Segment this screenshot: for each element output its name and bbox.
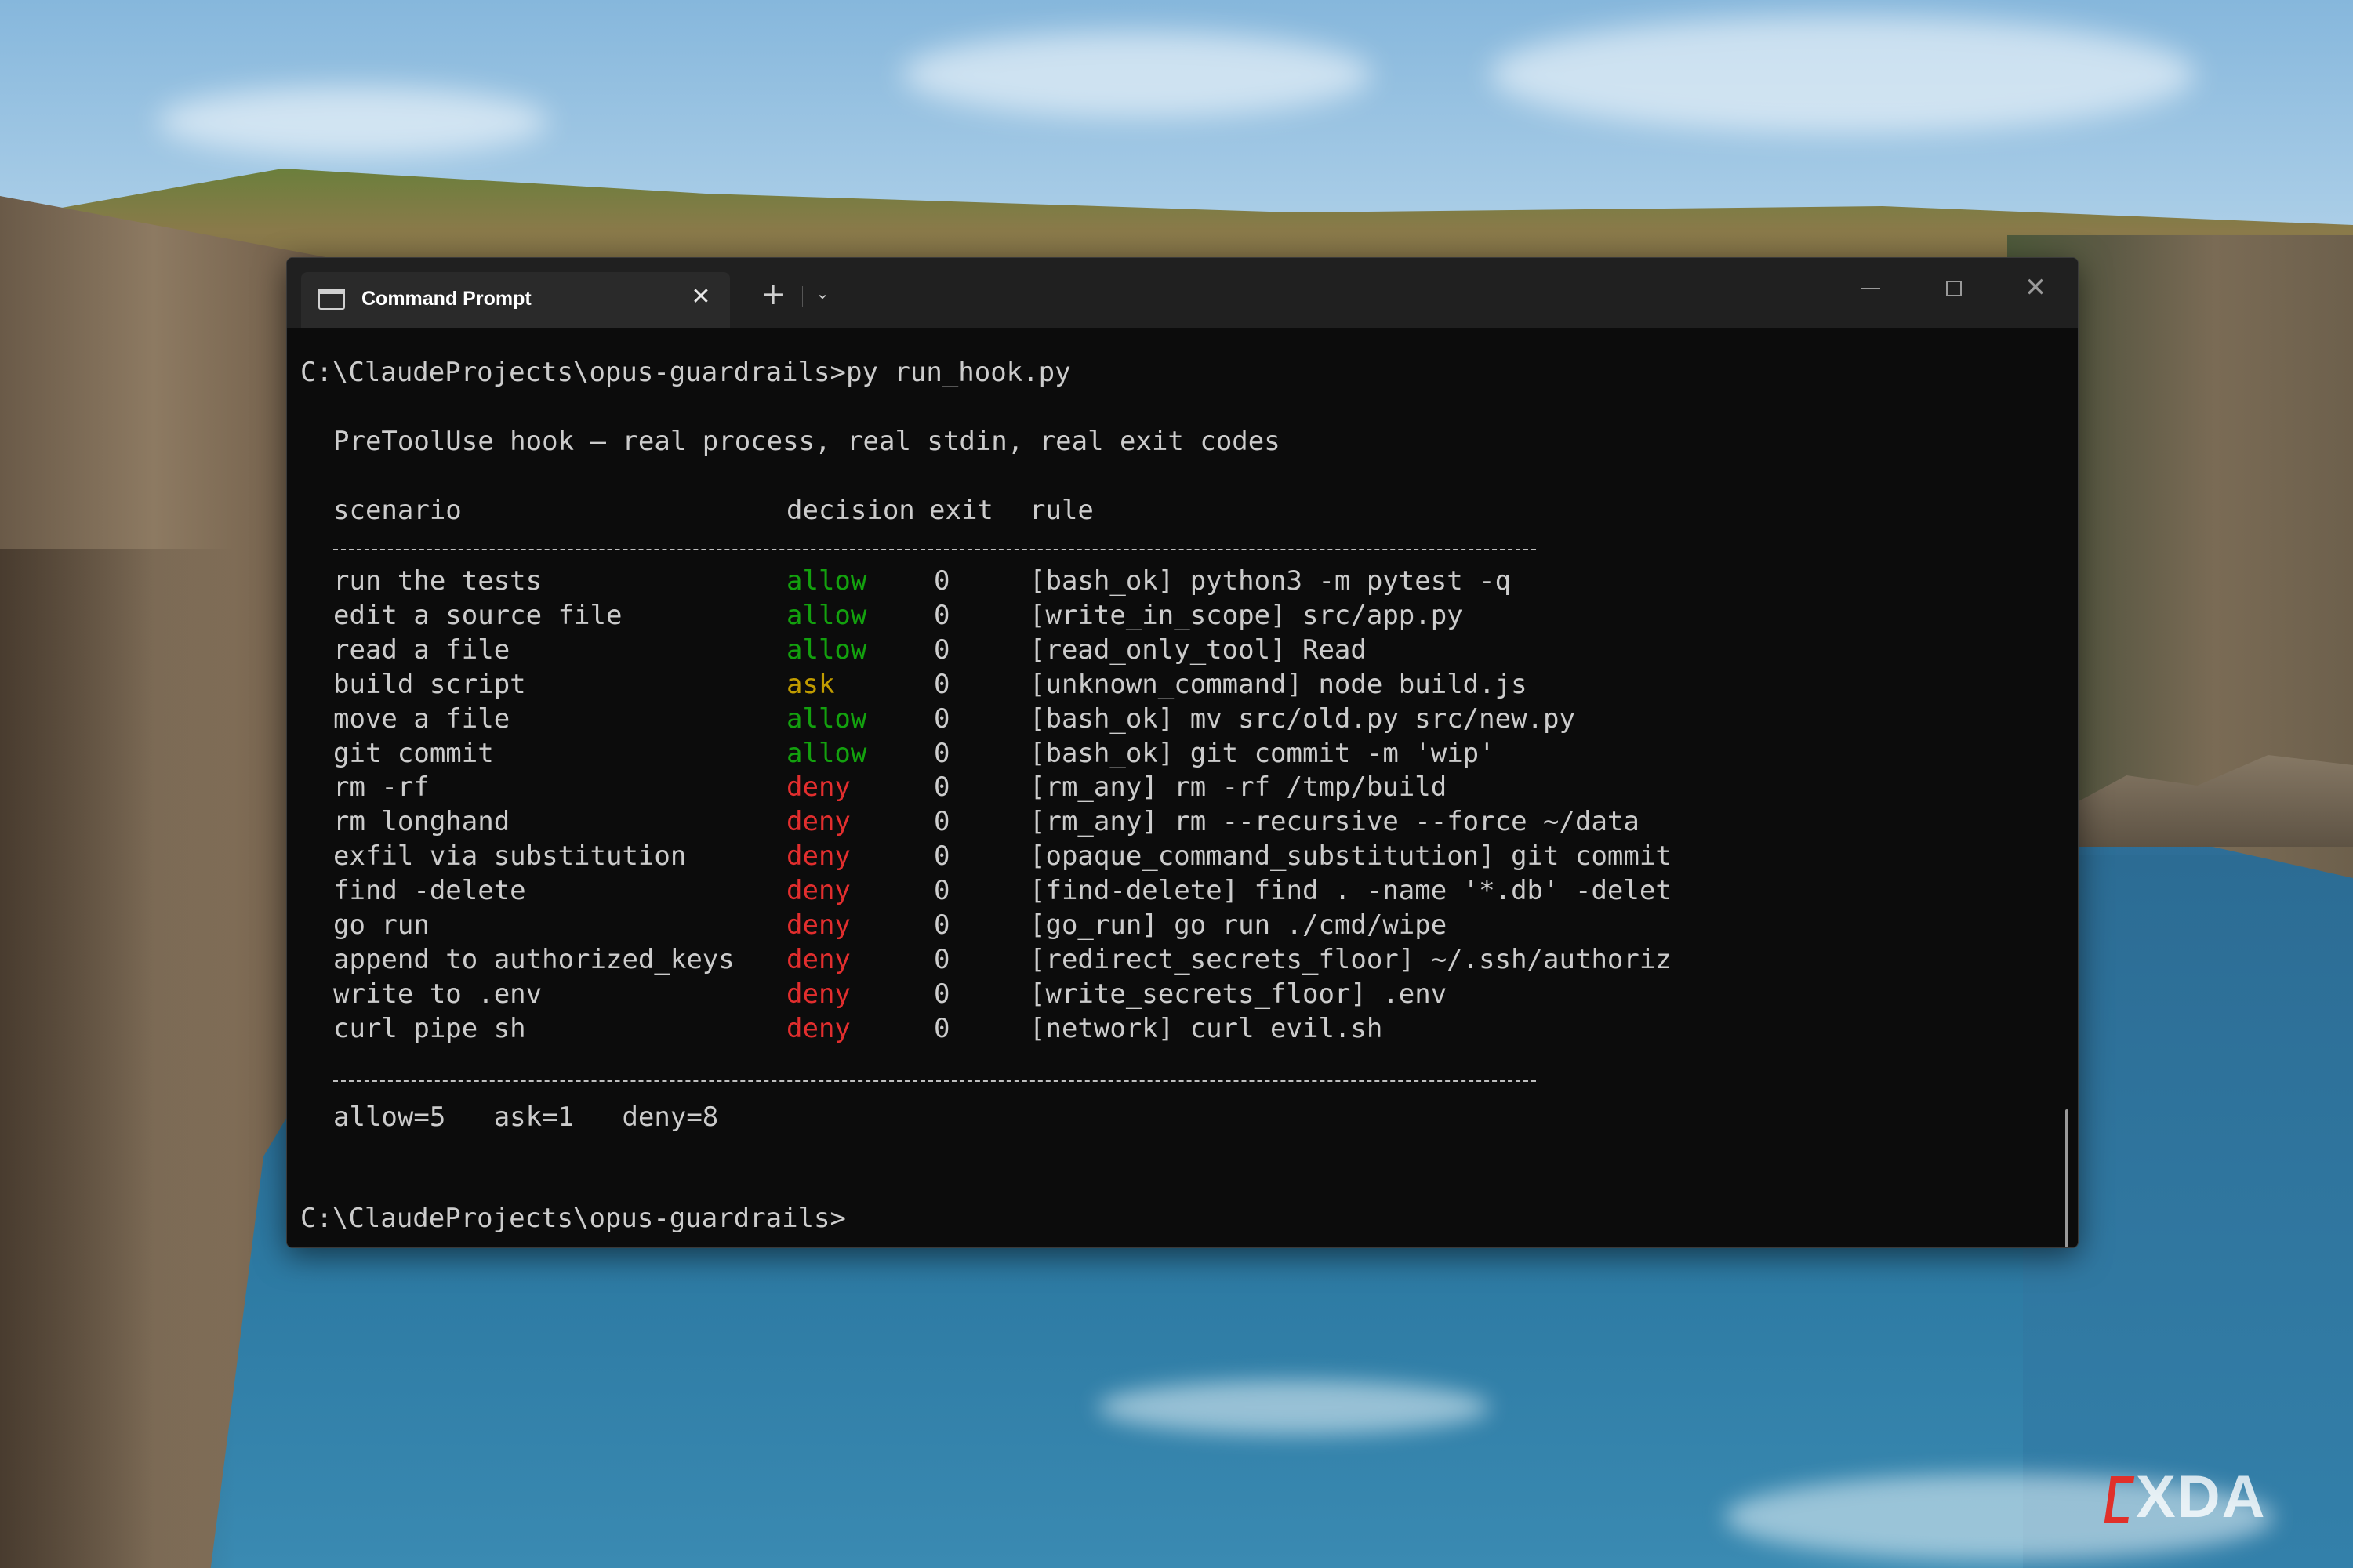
- row-decision: allow: [786, 738, 867, 769]
- wallpaper-foam: [1098, 1380, 1490, 1435]
- row-rule: [go_run] go run ./cmd/wipe: [1029, 909, 1447, 941]
- row-exit-code: 0: [934, 738, 950, 769]
- wallpaper-cloud: [157, 86, 549, 157]
- row-decision: deny: [786, 875, 851, 906]
- row-scenario: rm longhand: [333, 806, 510, 837]
- row-decision: allow: [786, 600, 867, 631]
- command-line: C:\ClaudeProjects\opus-guardrails>py run…: [300, 357, 1071, 388]
- row-exit-code: 0: [934, 565, 950, 597]
- row-rule: [write_secrets_floor] .env: [1029, 978, 1447, 1010]
- column-header-scenario: scenario: [333, 495, 462, 526]
- row-rule: [bash_ok] python3 -m pytest -q: [1029, 565, 1512, 597]
- row-exit-code: 0: [934, 669, 950, 700]
- row-scenario: find -delete: [333, 875, 526, 906]
- column-header-decision: decision: [786, 495, 915, 526]
- row-decision: deny: [786, 944, 851, 975]
- terminal-window: Command Prompt ✕ + ⌄ ✕ C:\ClaudeProjects…: [286, 257, 2079, 1248]
- row-scenario: write to .env: [333, 978, 543, 1010]
- row-rule: [read_only_tool] Read: [1029, 634, 1367, 666]
- column-header-rule: rule: [1029, 495, 1094, 526]
- summary-line: allow=5 ask=1 deny=8: [333, 1102, 719, 1133]
- close-window-button[interactable]: ✕: [1996, 264, 2075, 311]
- row-rule: [find-delete] find . -name '*.db' -delet: [1029, 875, 1672, 906]
- column-header-exit: exit: [929, 495, 993, 526]
- minimize-button[interactable]: [1832, 264, 1910, 311]
- row-decision: deny: [786, 840, 851, 872]
- tab-title: Command Prompt: [361, 288, 532, 310]
- wallpaper-cloud: [902, 31, 1372, 118]
- row-rule: [write_in_scope] src/app.py: [1029, 600, 1463, 631]
- title-bar[interactable]: Command Prompt ✕ + ⌄ ✕: [287, 258, 2078, 328]
- row-rule: [redirect_secrets_floor] ~/.ssh/authoriz: [1029, 944, 1672, 975]
- row-exit-code: 0: [934, 1013, 950, 1044]
- row-exit-code: 0: [934, 703, 950, 735]
- row-scenario: move a file: [333, 703, 510, 735]
- row-exit-code: 0: [934, 875, 950, 906]
- final-prompt: C:\ClaudeProjects\opus-guardrails>: [300, 1203, 846, 1234]
- minimize-icon: [1861, 288, 1880, 289]
- cmd-icon: [318, 289, 345, 310]
- row-exit-code: 0: [934, 634, 950, 666]
- row-decision: allow: [786, 703, 867, 735]
- row-decision: allow: [786, 634, 867, 666]
- xda-watermark-logo: XDA: [2104, 1464, 2267, 1530]
- row-decision: deny: [786, 1013, 851, 1044]
- row-scenario: build script: [333, 669, 526, 700]
- row-rule: [rm_any] rm -rf /tmp/build: [1029, 771, 1447, 803]
- row-decision: allow: [786, 565, 867, 597]
- row-exit-code: 0: [934, 600, 950, 631]
- row-scenario: append to authorized_keys: [333, 944, 735, 975]
- new-tab-button[interactable]: +: [757, 278, 789, 310]
- row-decision: deny: [786, 978, 851, 1010]
- row-exit-code: 0: [934, 806, 950, 837]
- row-scenario: edit a source file: [333, 600, 623, 631]
- tab-close-button[interactable]: ✕: [685, 281, 717, 313]
- hook-heading: PreToolUse hook — real process, real std…: [333, 426, 1280, 457]
- row-decision: deny: [786, 806, 851, 837]
- tab-command-prompt[interactable]: Command Prompt ✕: [301, 272, 730, 328]
- row-exit-code: 0: [934, 909, 950, 941]
- row-scenario: go run: [333, 909, 430, 941]
- row-scenario: exfil via substitution: [333, 840, 687, 872]
- console-output[interactable]: C:\ClaudeProjects\opus-guardrails>py run…: [287, 328, 2078, 1247]
- row-rule: [unknown_command] node build.js: [1029, 669, 1527, 700]
- watermark-text: XDA: [2136, 1464, 2267, 1530]
- row-rule: [network] curl evil.sh: [1029, 1013, 1383, 1044]
- row-scenario: read a file: [333, 634, 510, 666]
- maximize-icon: [1946, 281, 1962, 296]
- row-exit-code: 0: [934, 771, 950, 803]
- table-divider-top: [333, 549, 1536, 550]
- wallpaper-cliff-shadow: [0, 549, 235, 1568]
- tab-separator: [802, 286, 803, 307]
- row-decision: deny: [786, 909, 851, 941]
- table-divider-bottom: [333, 1080, 1536, 1082]
- maximize-button[interactable]: [1915, 264, 1993, 311]
- xda-logo-bracket-icon: [2104, 1476, 2135, 1523]
- row-decision: deny: [786, 771, 851, 803]
- vertical-scrollbar[interactable]: [2065, 1109, 2068, 1247]
- row-scenario: curl pipe sh: [333, 1013, 526, 1044]
- row-exit-code: 0: [934, 840, 950, 872]
- row-rule: [rm_any] rm --recursive --force ~/data: [1029, 806, 1639, 837]
- row-decision: ask: [786, 669, 835, 700]
- tab-dropdown-button[interactable]: ⌄: [811, 281, 834, 305]
- row-rule: [opaque_command_substitution] git commit: [1029, 840, 1672, 872]
- row-exit-code: 0: [934, 978, 950, 1010]
- row-rule: [bash_ok] git commit -m 'wip': [1029, 738, 1495, 769]
- row-scenario: rm -rf: [333, 771, 430, 803]
- row-scenario: run the tests: [333, 565, 543, 597]
- wallpaper-cloud: [1490, 16, 2195, 133]
- row-rule: [bash_ok] mv src/old.py src/new.py: [1029, 703, 1575, 735]
- row-exit-code: 0: [934, 944, 950, 975]
- row-scenario: git commit: [333, 738, 494, 769]
